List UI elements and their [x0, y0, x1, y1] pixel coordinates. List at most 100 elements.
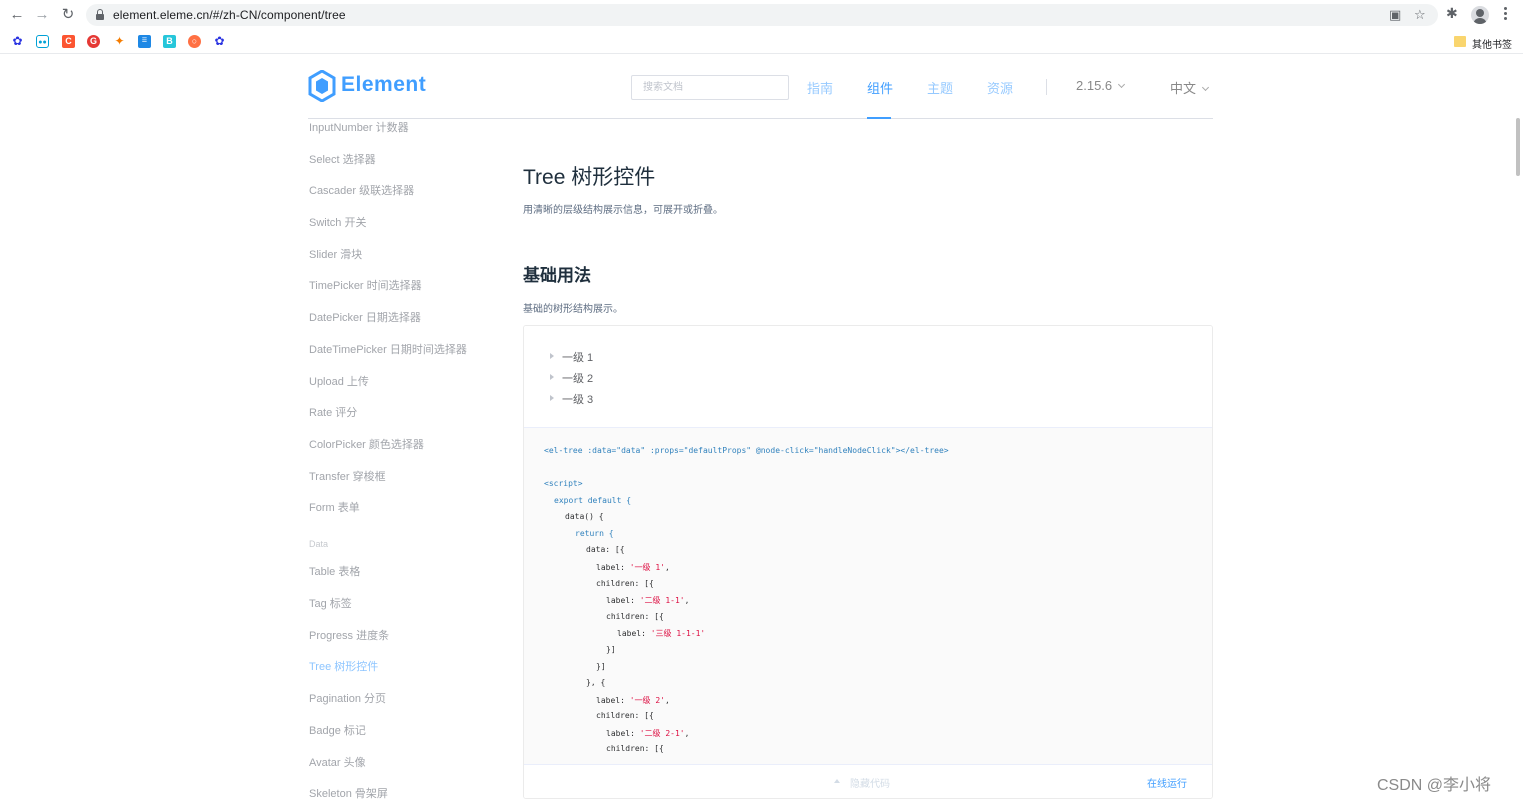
code-line: label: '二级 1-1',	[606, 596, 690, 605]
other-bookmarks-label: 其他书签	[1472, 40, 1512, 51]
code-line: children: [{	[606, 744, 664, 753]
nav-component[interactable]: 组件	[867, 78, 893, 97]
code-line: data() {	[565, 512, 604, 521]
caret-right-icon[interactable]	[550, 353, 554, 359]
browser-menu-icon[interactable]	[1500, 6, 1510, 24]
sidebar-group-data: Data	[309, 539, 329, 549]
csdn-c-icon[interactable]: C	[62, 35, 75, 48]
sidebar-item-tree[interactable]: Tree 树形控件	[309, 658, 378, 674]
caret-up-icon	[834, 779, 840, 783]
chevron-down-icon	[1118, 80, 1126, 89]
page-scrollbar-thumb[interactable]	[1516, 118, 1520, 176]
nav-divider	[1046, 79, 1047, 95]
search-docs-input[interactable]	[632, 76, 788, 99]
demo-block: 一级 1 一级 2 一级 3 <el-tree :data="data" :pr…	[523, 325, 1213, 799]
caret-right-icon[interactable]	[550, 395, 554, 401]
nav-guide[interactable]: 指南	[807, 78, 833, 97]
nav-active-indicator	[867, 117, 891, 119]
orange-circle-icon[interactable]: ○	[188, 35, 201, 48]
sidebar-item-inputnumber[interactable]: InputNumber 计数器	[309, 119, 409, 135]
tree-node-label: 一级 2	[562, 373, 594, 385]
code-line: <script>	[544, 479, 583, 488]
sidebar-item-cascader[interactable]: Cascader 级联选择器	[309, 182, 414, 198]
section-description: 基础的树形结构展示。	[523, 304, 623, 315]
folder-icon	[1454, 36, 1466, 47]
logo-text: Element	[341, 73, 427, 96]
tree-node-label: 一级 1	[562, 352, 594, 364]
bookmark-star-icon[interactable]: ☆	[1414, 7, 1426, 23]
back-arrow-icon[interactable]: ←	[7, 5, 27, 25]
element-hexagon-icon	[308, 70, 336, 102]
chevron-down-icon	[1201, 83, 1210, 92]
lock-icon[interactable]	[96, 9, 104, 20]
run-online-button[interactable]: 在线运行	[1147, 775, 1187, 790]
sidebar-item-skeleton[interactable]: Skeleton 骨架屏	[309, 785, 388, 799]
version-value: 2.15.6	[1076, 78, 1113, 93]
sidebar-item-progress[interactable]: Progress 进度条	[309, 627, 389, 643]
sidebar-item-pagination[interactable]: Pagination 分页	[309, 690, 386, 706]
sidebar-item-switch[interactable]: Switch 开关	[309, 214, 366, 230]
sidebar-item-upload[interactable]: Upload 上传	[309, 373, 369, 389]
code-line: data: [{	[586, 545, 625, 554]
tree-demo: 一级 1 一级 2 一级 3	[524, 326, 1212, 427]
site-header: Element 指南 组件 主题 资源 2.15.6 中文	[308, 56, 1213, 119]
code-line: label: '二级 2-1',	[606, 729, 690, 738]
hide-code-button[interactable]: 隐藏代码	[850, 775, 890, 790]
language-value: 中文	[1170, 81, 1197, 96]
code-line: }, {	[586, 678, 606, 687]
search-docs-box[interactable]	[631, 75, 789, 100]
code-line: }]	[606, 645, 616, 654]
google-g-icon[interactable]: G	[87, 35, 100, 48]
bilibili-tv-icon[interactable]: ●●	[36, 35, 49, 48]
profile-avatar-icon[interactable]	[1471, 6, 1489, 24]
language-select[interactable]: 中文	[1170, 78, 1210, 97]
code-line: label: '三级 1-1-1'	[617, 629, 706, 638]
tree-node-label: 一级 3	[562, 394, 594, 406]
sidebar-item-datepicker[interactable]: DatePicker 日期选择器	[309, 309, 421, 325]
baidu-paw-icon[interactable]: ✿	[11, 35, 24, 48]
sidebar-item-slider[interactable]: Slider 滑块	[309, 246, 362, 262]
page-title: Tree 树形控件	[523, 166, 656, 189]
url-text: element.eleme.cn/#/zh-CN/component/tree	[113, 8, 346, 22]
sidebar-item-datetimepicker[interactable]: DateTimePicker 日期时间选择器	[309, 341, 467, 357]
code-line: children: [{	[596, 711, 654, 720]
csdn-watermark: CSDN @李小将	[1377, 777, 1492, 794]
bookmarks-bar: ✿ ●● C G ✦ ☰ B ○ ✿ 其他书签	[0, 30, 1523, 54]
caret-right-icon[interactable]	[550, 374, 554, 380]
sidebar-item-tag[interactable]: Tag 标签	[309, 595, 352, 611]
code-line: return {	[575, 529, 614, 538]
address-bar[interactable]: element.eleme.cn/#/zh-CN/component/tree …	[86, 4, 1438, 26]
chrome-icon[interactable]: ✦	[113, 35, 126, 48]
sidebar-item-table[interactable]: Table 表格	[309, 563, 360, 579]
sidebar-item-colorpicker[interactable]: ColorPicker 颜色选择器	[309, 436, 424, 452]
extensions-puzzle-icon[interactable]: ✱	[1446, 5, 1458, 22]
component-sidebar: InputNumber 计数器 Select 选择器 Cascader 级联选择…	[309, 119, 499, 799]
b-letter-icon[interactable]: B	[163, 35, 176, 48]
code-line: children: [{	[606, 612, 664, 621]
code-block: <el-tree :data="data" :props="defaultPro…	[524, 427, 1212, 764]
nav-resource[interactable]: 资源	[987, 78, 1013, 97]
sidebar-item-form[interactable]: Form 表单	[309, 499, 360, 515]
sidebar-item-badge[interactable]: Badge 标记	[309, 722, 366, 738]
news-icon[interactable]: ☰	[138, 35, 151, 48]
page-description: 用清晰的层级结构展示信息，可展开或折叠。	[523, 205, 723, 216]
browser-toolbar: ← → ↻ element.eleme.cn/#/zh-CN/component…	[0, 0, 1523, 30]
sidebar-item-select[interactable]: Select 选择器	[309, 151, 376, 167]
nav-theme[interactable]: 主题	[927, 78, 953, 97]
sidebar-item-avatar[interactable]: Avatar 头像	[309, 754, 366, 770]
sidebar-item-timepicker[interactable]: TimePicker 时间选择器	[309, 277, 422, 293]
sidebar-item-transfer[interactable]: Transfer 穿梭框	[309, 468, 386, 484]
code-line: <el-tree :data="data" :props="defaultPro…	[544, 446, 949, 455]
code-line: }]	[596, 662, 606, 671]
version-select[interactable]: 2.15.6	[1076, 78, 1126, 93]
demo-control-bar[interactable]: 隐藏代码 在线运行	[524, 764, 1212, 798]
section-title: 基础用法	[523, 266, 591, 285]
translate-icon[interactable]: ▣	[1389, 7, 1401, 23]
reload-icon[interactable]: ↻	[58, 5, 78, 25]
sidebar-item-rate[interactable]: Rate 评分	[309, 404, 357, 420]
code-line: children: [{	[596, 579, 654, 588]
forward-arrow-icon[interactable]: →	[32, 5, 52, 25]
baidu-paw-icon-2[interactable]: ✿	[213, 35, 226, 48]
code-line: label: '一级 2',	[596, 696, 670, 705]
code-line: label: '一级 1',	[596, 563, 670, 572]
